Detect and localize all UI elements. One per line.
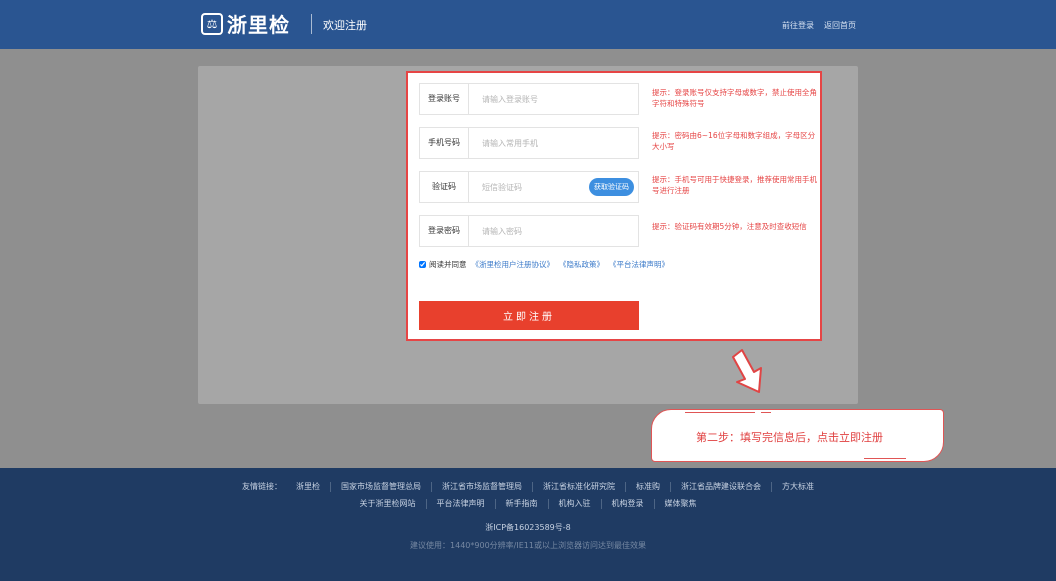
footer-link[interactable]: 浙江省品牌建设联合会 [671,482,772,492]
get-code-button[interactable]: 获取验证码 [589,178,634,196]
footer-link[interactable]: 媒体聚焦 [655,499,707,509]
phone-field: 手机号码 [419,127,639,159]
password-rule-tip: 提示：密码由6~16位字母和数字组成，字母区分大小写 [652,131,816,151]
callout-decor-line [761,412,771,413]
back-home-link[interactable]: 返回首页 [824,20,856,31]
privacy-policy-link[interactable]: 《隐私政策》 [559,259,604,270]
go-login-link[interactable]: 前往登录 [782,20,814,31]
site-logo[interactable]: ⚖ 浙里检 [201,9,290,38]
footer-link[interactable]: 方大标准 [772,482,824,492]
browser-advice: 建议使用：1440*900分辨率/IE11或以上浏览器访问达到最佳效果 [410,541,646,550]
icp-number[interactable]: 浙ICP备16023589号-8 [0,522,1056,533]
register-button[interactable]: 立即注册 [419,301,639,330]
footer-link[interactable]: 平台法律声明 [427,499,496,509]
footer-link[interactable]: 关于浙里检网站 [350,499,427,509]
callout-text: 第二步：填写完信息后，点击立即注册 [696,431,883,444]
password-field: 登录密码 [419,215,639,247]
friend-links-label: 友情链接： [242,482,282,491]
site-header: ⚖ 浙里检 欢迎注册 前往登录 返回首页 [0,0,1056,49]
site-links-row: 关于浙里检网站 平台法律声明 新手指南 机构入驻 机构登录 媒体聚焦 [0,499,1056,509]
footer-link[interactable]: 机构入驻 [549,499,602,509]
account-tip: 提示：登录账号仅支持字母或数字，禁止使用全角字符和特殊符号 [652,88,817,108]
logo-text: 浙里检 [227,13,290,37]
password-label: 登录密码 [420,216,469,246]
footer-link[interactable]: 浙里检 [286,482,331,492]
code-label: 验证码 [420,172,469,202]
callout-decor-line [685,412,755,413]
password-input[interactable] [482,225,592,237]
site-footer: 友情链接： 浙里检 国家市场监督管理总局 浙江省市场监督管理局 浙江省标准化研究… [0,468,1056,581]
code-input[interactable] [482,181,592,193]
footer-link[interactable]: 浙江省标准化研究院 [533,482,626,492]
account-field: 登录账号 [419,83,639,115]
footer-link[interactable]: 浙江省市场监督管理局 [432,482,533,492]
footer-link[interactable]: 机构登录 [602,499,655,509]
phone-input[interactable] [482,137,592,149]
friend-links-row: 友情链接： 浙里检 国家市场监督管理总局 浙江省市场监督管理局 浙江省标准化研究… [0,482,1056,492]
agree-label: 阅读并同意 [429,260,467,269]
phone-label: 手机号码 [420,128,469,158]
callout-decor-line [864,458,906,459]
footer-link[interactable]: 标准购 [626,482,671,492]
header-divider [311,14,312,34]
page-title: 欢迎注册 [323,19,367,32]
legal-statement-link[interactable]: 《平台法律声明》 [609,259,669,270]
footer-link[interactable]: 国家市场监督管理总局 [331,482,432,492]
code-tip: 提示：验证码有效期5分钟，注意及时查收短信 [652,222,807,231]
agree-checkbox[interactable] [419,261,426,268]
instruction-callout: 第二步：填写完信息后，点击立即注册 [651,409,944,462]
account-label: 登录账号 [420,84,469,114]
agreement-row: 阅读并同意 《浙里检用户注册协议》 《隐私政策》 《平台法律声明》 [419,259,669,270]
code-field: 验证码 获取验证码 [419,171,639,203]
phone-tip: 提示：手机号可用于快捷登录，推荐使用常用手机号进行注册 [652,175,817,195]
footer-link[interactable]: 新手指南 [496,499,549,509]
scales-icon: ⚖ [201,12,223,35]
user-agreement-link[interactable]: 《浙里检用户注册协议》 [472,259,555,270]
pointer-arrow-icon [732,349,762,393]
account-input[interactable] [482,93,592,105]
register-form: 登录账号 提示：登录账号仅支持字母或数字，禁止使用全角字符和特殊符号 手机号码 … [406,71,822,341]
